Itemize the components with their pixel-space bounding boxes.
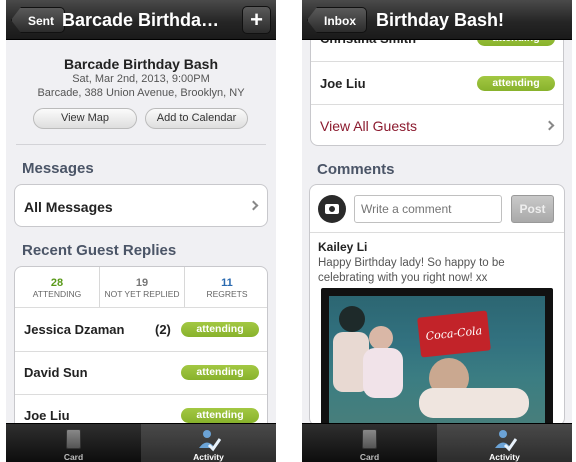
chevron-right-icon bbox=[248, 200, 259, 211]
chevron-right-icon bbox=[544, 120, 555, 131]
nav-title: Barcade Birthday Bash bbox=[62, 10, 228, 30]
stat-attending[interactable]: 28 ATTENDING bbox=[15, 267, 99, 307]
camera-button[interactable] bbox=[318, 195, 346, 223]
card-icon bbox=[65, 429, 81, 449]
status-badge: attending bbox=[181, 322, 259, 337]
photo-figure bbox=[363, 348, 403, 398]
stat-label: ATTENDING bbox=[32, 289, 82, 299]
nav-bar: Inbox Birthday Bash! bbox=[302, 0, 572, 40]
guest-row[interactable]: Joe Liu attending bbox=[311, 62, 563, 104]
all-messages-row[interactable]: All Messages bbox=[14, 184, 268, 227]
divider bbox=[310, 232, 564, 233]
photo-figure bbox=[369, 326, 393, 350]
photo-image: Coca-Cola bbox=[329, 296, 545, 425]
guest-name: Joe Liu bbox=[320, 76, 366, 91]
comments-title: Comments bbox=[317, 161, 395, 178]
add-button[interactable]: + bbox=[242, 6, 271, 34]
back-button[interactable]: Inbox bbox=[307, 7, 367, 33]
photo-sign: Coca-Cola bbox=[417, 310, 491, 358]
tab-label: Activity bbox=[489, 452, 520, 462]
tab-card[interactable]: Card bbox=[302, 424, 437, 462]
comments-panel: Post Kailey Li Happy Birthday lady! So h… bbox=[309, 184, 565, 426]
status-badge: attending bbox=[181, 408, 259, 423]
stat-number: 11 bbox=[221, 277, 233, 289]
comment-photo[interactable]: Coca-Cola bbox=[321, 288, 553, 425]
view-all-guests-link: View All Guests bbox=[320, 118, 418, 134]
guest-row[interactable]: David Sun attending bbox=[15, 352, 267, 394]
photo-figure bbox=[419, 388, 529, 418]
tab-activity[interactable]: Activity bbox=[141, 424, 276, 462]
stat-number: 28 bbox=[50, 277, 64, 289]
post-button[interactable]: Post bbox=[511, 195, 554, 223]
event-address: Barcade, 388 Union Avenue, Brooklyn, NY bbox=[37, 87, 245, 99]
activity-icon bbox=[494, 430, 517, 452]
guest-replies-group: 28 ATTENDING 19 NOT YET REPLIED 11 REGRE… bbox=[14, 266, 268, 436]
event-header: Barcade Birthday Bash Sat, Mar 2nd, 2013… bbox=[6, 40, 276, 140]
guest-name: David Sun bbox=[24, 365, 88, 380]
status-badge: attending bbox=[181, 365, 259, 380]
messages-title: Messages bbox=[22, 160, 94, 177]
tab-label: Card bbox=[359, 452, 380, 462]
status-badge: attending bbox=[477, 76, 555, 91]
camera-lens-icon bbox=[328, 205, 336, 213]
tab-bar: Card Activity bbox=[6, 423, 276, 462]
guest-name: Joe Liu bbox=[24, 408, 70, 423]
tab-bar: Card Activity bbox=[302, 423, 572, 462]
tab-activity[interactable]: Activity bbox=[437, 424, 572, 462]
stat-not-replied[interactable]: 19 NOT YET REPLIED bbox=[100, 267, 184, 307]
event-activity-screen: Christina Smith attending Joe Liu attend… bbox=[302, 0, 572, 462]
add-to-calendar-button[interactable]: Add to Calendar bbox=[145, 108, 248, 129]
all-messages-label: All Messages bbox=[24, 199, 113, 215]
card-icon bbox=[361, 429, 377, 449]
comment-text: Happy Birthday lady! So happy to be cele… bbox=[318, 257, 505, 284]
activity-icon bbox=[198, 430, 221, 452]
stat-regrets[interactable]: 11 REGRETS bbox=[185, 267, 267, 307]
nav-bar: Sent Barcade Birthday Bash + bbox=[6, 0, 276, 40]
guest-row[interactable]: Jessica Dzaman (2) attending bbox=[15, 309, 267, 351]
stat-number: 19 bbox=[135, 277, 149, 289]
stat-label: REGRETS bbox=[206, 289, 248, 299]
event-name: Barcade Birthday Bash bbox=[63, 56, 219, 72]
event-date: Sat, Mar 2nd, 2013, 9:00PM bbox=[72, 73, 210, 85]
tab-label: Card bbox=[63, 452, 84, 462]
view-map-button[interactable]: View Map bbox=[33, 108, 137, 129]
comment-author: Kailey Li bbox=[318, 240, 368, 254]
photo-figure bbox=[339, 306, 365, 332]
guest-name: Jessica Dzaman bbox=[24, 322, 125, 337]
stat-label: NOT YET REPLIED bbox=[104, 289, 180, 299]
nav-title: Birthday Bash! bbox=[376, 10, 505, 30]
divider bbox=[16, 144, 266, 145]
recent-replies-title: Recent Guest Replies bbox=[22, 242, 177, 259]
event-card-screen: Sent Barcade Birthday Bash + Barcade Bir… bbox=[6, 0, 276, 462]
tab-label: Activity bbox=[193, 452, 224, 462]
guest-party-count: (2) bbox=[155, 322, 171, 337]
tab-card[interactable]: Card bbox=[6, 424, 141, 462]
divider bbox=[15, 307, 267, 308]
comment-input[interactable] bbox=[354, 195, 502, 223]
back-button[interactable]: Sent bbox=[11, 7, 66, 33]
view-all-guests-row[interactable]: View All Guests bbox=[311, 105, 563, 145]
